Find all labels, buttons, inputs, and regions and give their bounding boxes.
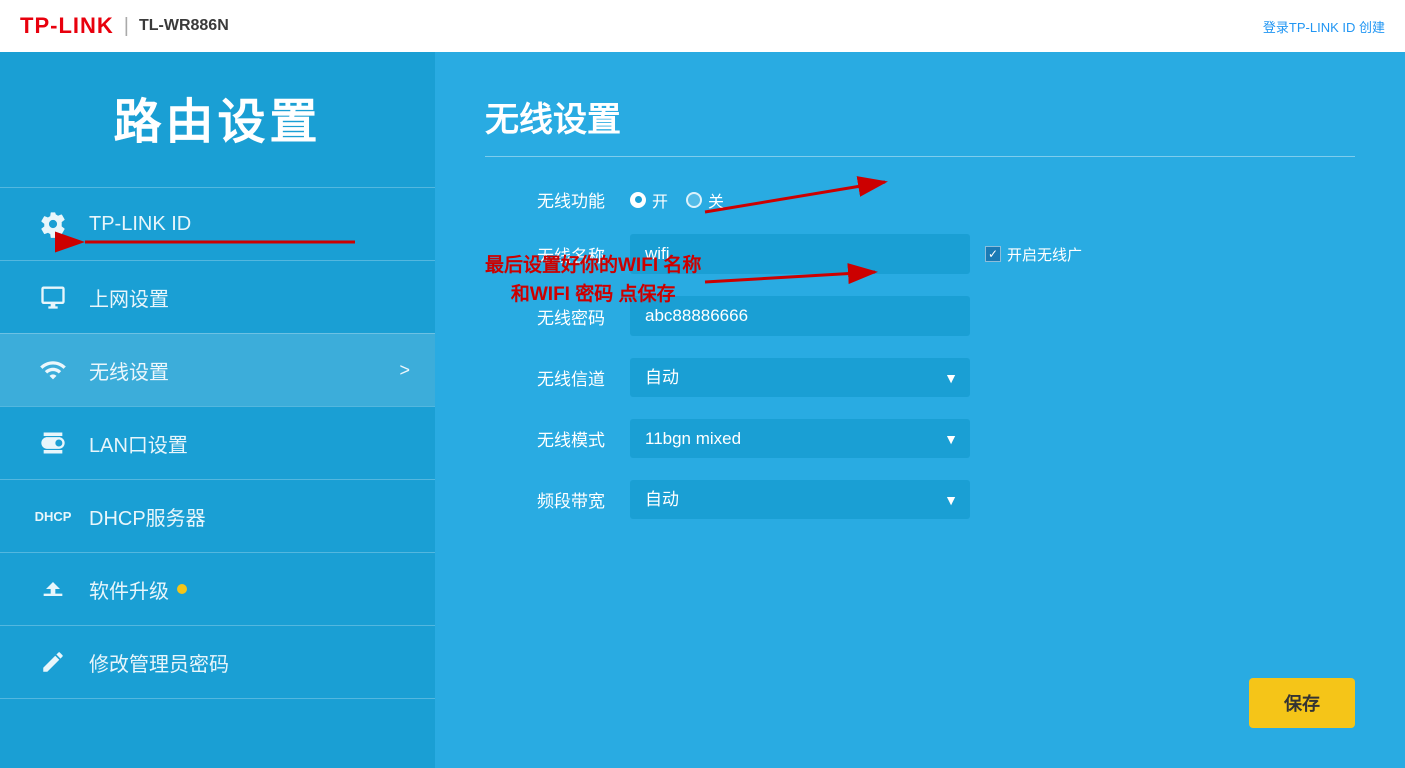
annotation-overlay: 最后设置好你的WIFI 名称 和WIFI 密码 点保存 [435, 52, 1405, 768]
monitor-icon [35, 279, 71, 315]
sidebar-item-wireless-label: 无线设置 [89, 356, 169, 385]
sidebar: 路由设置 TP-LINK ID 上网设置 [0, 52, 435, 768]
pencil-icon [35, 644, 71, 680]
upgrade-icon [35, 571, 71, 607]
sidebar-item-tplink-id[interactable]: TP-LINK ID [0, 187, 435, 260]
dhcp-icon: DHCP [35, 498, 71, 534]
sidebar-item-wireless[interactable]: 无线设置 > [0, 333, 435, 406]
wireless-bandwidth-row: 频段带宽 自动 20MHz 40MHz ▼ [485, 480, 1355, 519]
wireless-function-row: 无线功能 开 关 [485, 187, 1355, 212]
wireless-channel-label: 无线信道 [485, 365, 605, 390]
header-logo: TP-LINK | TL-WR886N [20, 13, 229, 39]
wireless-password-row: 无线密码 [485, 296, 1355, 336]
enable-broadcast-label: 开启无线广 [1007, 244, 1082, 265]
wireless-mode-select[interactable]: 11bgn mixed 11b only 11g only 11n only [630, 419, 970, 458]
logo-divider: | [124, 15, 129, 38]
wireless-name-input[interactable] [630, 234, 970, 274]
sidebar-item-upgrade[interactable]: 软件升级 [0, 552, 435, 625]
wireless-channel-row: 无线信道 自动 1234 5678 910111213 ▼ [485, 358, 1355, 397]
logo-model: TL-WR886N [139, 17, 229, 35]
sidebar-title: 路由设置 [0, 82, 435, 152]
wireless-password-label: 无线密码 [485, 304, 605, 329]
wireless-function-label: 无线功能 [485, 187, 605, 212]
page-title: 无线设置 [485, 92, 1355, 157]
sidebar-item-internet[interactable]: 上网设置 [0, 260, 435, 333]
wireless-channel-select[interactable]: 自动 1234 5678 910111213 [630, 358, 970, 397]
sidebar-item-upgrade-label: 软件升级 [89, 575, 169, 604]
wireless-function-radio-group: 开 关 [630, 188, 724, 212]
sidebar-item-lan-label: LAN口设置 [89, 429, 188, 458]
wireless-channel-select-wrapper: 自动 1234 5678 910111213 ▼ [630, 358, 970, 397]
sidebar-item-dhcp-label: DHCP服务器 [89, 502, 206, 531]
wireless-bandwidth-label: 频段带宽 [485, 487, 605, 512]
wireless-name-label: 无线名称 [485, 242, 605, 267]
lan-icon [35, 425, 71, 461]
wireless-mode-label: 无线模式 [485, 426, 605, 451]
sidebar-item-internet-label: 上网设置 [89, 283, 169, 312]
wireless-mode-row: 无线模式 11bgn mixed 11b only 11g only 11n o… [485, 419, 1355, 458]
logo-brand: TP-LINK [20, 13, 114, 39]
header: TP-LINK | TL-WR886N 登录TP-LINK ID 创建 [0, 0, 1405, 52]
chevron-right-icon: > [399, 360, 410, 381]
wireless-name-row: 无线名称 ✓ 开启无线广 [485, 234, 1355, 274]
sidebar-item-password-label: 修改管理员密码 [89, 648, 229, 677]
sidebar-item-password[interactable]: 修改管理员密码 [0, 625, 435, 699]
main-content: 无线设置 无线功能 开 关 无线名称 ✓ 开启无线广 [435, 52, 1405, 768]
sidebar-item-lan[interactable]: LAN口设置 [0, 406, 435, 479]
header-account-links[interactable]: 登录TP-LINK ID 创建 [1263, 17, 1385, 36]
wireless-on-option[interactable]: 开 [630, 188, 668, 212]
upgrade-badge [177, 584, 187, 594]
wireless-off-option[interactable]: 关 [686, 188, 724, 212]
enable-broadcast-checkbox-label[interactable]: ✓ 开启无线广 [985, 244, 1082, 265]
layout: 路由设置 TP-LINK ID 上网设置 [0, 52, 1405, 768]
wireless-bandwidth-select[interactable]: 自动 20MHz 40MHz [630, 480, 970, 519]
wifi-icon [35, 352, 71, 388]
enable-broadcast-checkbox[interactable]: ✓ [985, 246, 1001, 262]
radio-on-indicator [630, 192, 646, 208]
wireless-off-label: 关 [708, 188, 724, 212]
wireless-mode-select-wrapper: 11bgn mixed 11b only 11g only 11n only ▼ [630, 419, 970, 458]
gear-icon [35, 206, 71, 242]
wireless-bandwidth-select-wrapper: 自动 20MHz 40MHz ▼ [630, 480, 970, 519]
wireless-password-input[interactable] [630, 296, 970, 336]
sidebar-item-dhcp[interactable]: DHCP DHCP服务器 [0, 479, 435, 552]
save-button[interactable]: 保存 [1249, 678, 1355, 728]
radio-off-indicator [686, 192, 702, 208]
wireless-on-label: 开 [652, 188, 668, 212]
sidebar-item-tplink-id-label: TP-LINK ID [89, 213, 191, 236]
